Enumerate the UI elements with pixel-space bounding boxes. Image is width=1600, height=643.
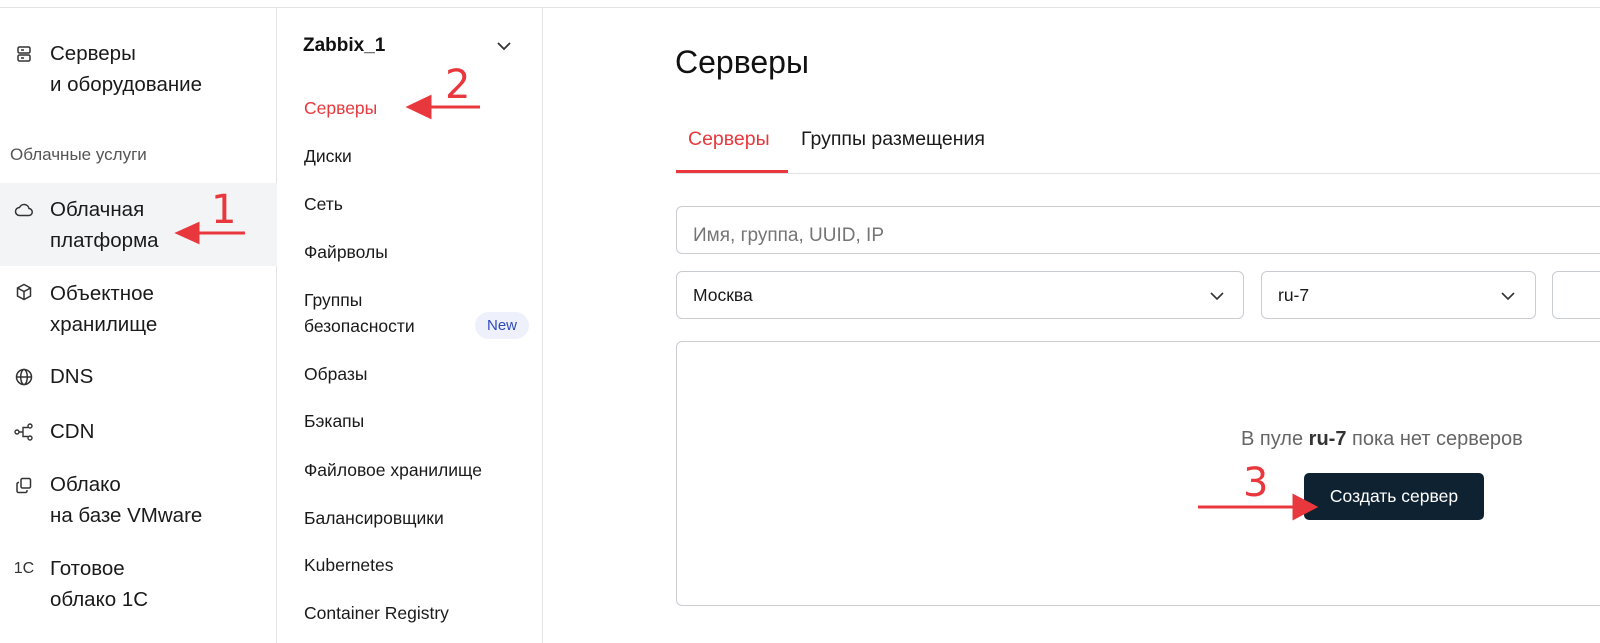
cube-icon xyxy=(13,281,35,303)
sidebar-item-cdn[interactable]: CDN xyxy=(0,416,277,450)
sidebar-item-label: Объектное хранилище xyxy=(50,282,158,336)
extra-select[interactable] xyxy=(1552,271,1600,319)
annotation-number-1: 1 xyxy=(211,187,237,233)
project-subnav: Zabbix_1 Серверы Диски Сеть Файрволы Гру… xyxy=(278,8,543,643)
chevron-down-icon xyxy=(1209,288,1225,306)
sidebar-item-label: CDN xyxy=(50,420,95,443)
chevron-down-icon[interactable] xyxy=(496,38,512,56)
empty-suffix: пока нет серверов xyxy=(1352,428,1523,450)
region-select[interactable]: Москва xyxy=(676,271,1244,319)
empty-prefix: В пуле xyxy=(1241,428,1304,450)
sidebar-item-dns[interactable]: DNS xyxy=(0,361,277,395)
sidebar-item-1c-cloud[interactable]: 1С Готовое облако 1С xyxy=(0,553,277,617)
create-server-button[interactable]: Создать сервер xyxy=(1304,473,1484,520)
new-badge: New xyxy=(475,312,529,339)
tab-placement-groups[interactable]: Группы размещения xyxy=(801,128,985,172)
subnav-item-disks[interactable]: Диски xyxy=(304,143,352,169)
cloud-icon xyxy=(13,199,35,221)
globe-icon xyxy=(13,366,35,388)
tab-bar: Серверы Группы размещения xyxy=(676,118,1600,174)
main-content: Серверы Серверы Группы размещения Москва… xyxy=(544,8,1600,643)
subnav-item-network[interactable]: Сеть xyxy=(304,191,343,217)
pool-select[interactable]: ru-7 xyxy=(1261,271,1536,319)
subnav-item-load-balancers[interactable]: Балансировщики xyxy=(304,505,444,531)
tab-servers[interactable]: Серверы xyxy=(688,128,770,172)
region-select-value: Москва xyxy=(693,285,753,305)
main-sidebar: Серверы и оборудование Облачные услуги О… xyxy=(0,8,277,643)
pool-select-value: ru-7 xyxy=(1278,285,1310,305)
section-label-cloud-services: Облачные услуги xyxy=(10,145,147,164)
active-tab-indicator xyxy=(676,170,788,173)
subnav-item-file-storage[interactable]: Файловое хранилище xyxy=(304,457,482,483)
onec-icon: 1С xyxy=(13,560,35,577)
subnav-item-servers[interactable]: Серверы xyxy=(304,95,377,121)
search-input[interactable] xyxy=(676,206,1600,254)
annotation-number-2: 2 xyxy=(445,62,471,108)
subnav-item-container-registry[interactable]: Container Registry xyxy=(304,600,449,626)
sidebar-item-label: DNS xyxy=(50,365,94,388)
sidebar-item-label: Облачная платформа xyxy=(50,198,159,252)
server-icon xyxy=(13,43,35,65)
sidebar-item-label: Готовое облако 1С xyxy=(50,557,149,611)
subnav-item-firewalls[interactable]: Файрволы xyxy=(304,239,388,265)
chevron-down-icon xyxy=(1500,288,1516,306)
cdn-nodes-icon xyxy=(13,421,35,443)
subnav-item-backups[interactable]: Бэкапы xyxy=(304,408,364,434)
sidebar-item-label: Серверы и оборудование xyxy=(50,42,203,96)
annotation-number-3: 3 xyxy=(1243,460,1269,506)
empty-pool-name: ru-7 xyxy=(1308,428,1347,450)
sidebar-item-vmware-cloud[interactable]: Облако на базе VMware xyxy=(0,469,277,533)
servers-panel: В пуле ru-7 пока нет серверов Создать се… xyxy=(676,341,1600,606)
project-name[interactable]: Zabbix_1 xyxy=(303,35,385,57)
sidebar-item-object-storage[interactable]: Объектное хранилище xyxy=(0,278,277,342)
subnav-item-security-groups[interactable]: Группы безопасности xyxy=(304,287,415,339)
page-title: Серверы xyxy=(675,44,809,80)
sidebar-item-servers-hardware[interactable]: Серверы и оборудование xyxy=(0,38,277,102)
sidebar-item-label: Облако на базе VMware xyxy=(50,473,203,527)
subnav-item-kubernetes[interactable]: Kubernetes xyxy=(304,552,394,578)
empty-state-message: В пуле ru-7 пока нет серверов xyxy=(1241,428,1523,451)
copy-layers-icon xyxy=(13,474,35,496)
subnav-item-images[interactable]: Образы xyxy=(304,361,368,387)
